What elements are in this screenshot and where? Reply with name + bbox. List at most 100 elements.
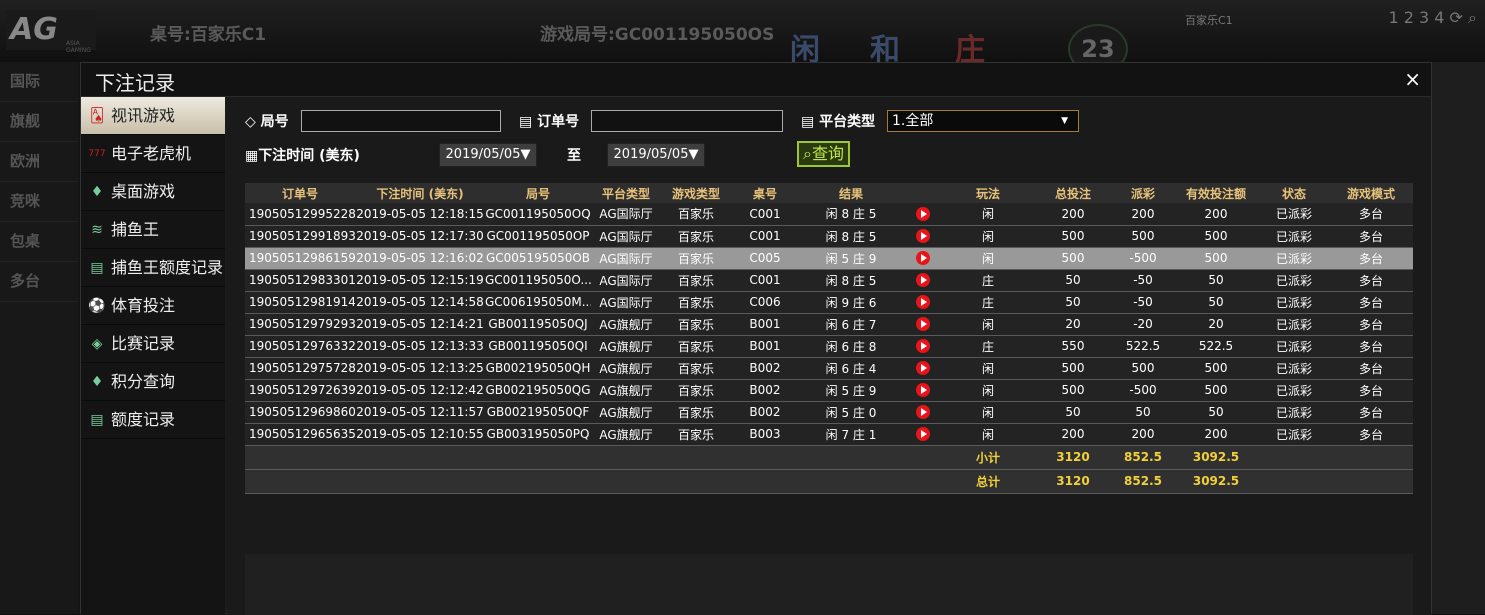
game-round-label: 游戏局号:GC001195050OS — [540, 25, 775, 45]
play-video-icon[interactable] — [916, 229, 930, 244]
order-input[interactable] — [591, 110, 783, 132]
cell-game: 百家乐 — [661, 357, 731, 380]
total-cell — [591, 469, 661, 494]
cell-payout: -500 — [1113, 379, 1173, 402]
cell-table: B002 — [731, 357, 799, 380]
total-cell — [903, 469, 943, 494]
cell-bet: 500 — [1033, 379, 1113, 402]
cell-payout: 200 — [1113, 423, 1173, 446]
play-video-icon[interactable] — [916, 207, 930, 221]
date-to-picker[interactable]: 2019/05/05▼ — [607, 143, 705, 167]
cell-mode: 多台 — [1329, 379, 1413, 402]
cell-platform: AG国际厅 — [591, 203, 661, 226]
sidebar-item-1[interactable]: 777 电子老虎机 — [81, 135, 225, 173]
table-row[interactable]: 190505129819140 2019-05-05 12:14:58 GC0061… — [245, 291, 1413, 314]
play-video-icon[interactable] — [916, 339, 930, 354]
date-from-picker[interactable]: 2019/05/05▼ — [439, 143, 537, 167]
cell-valid: 500 — [1173, 247, 1259, 270]
cell-round: GB001195050QI — [485, 335, 591, 358]
cell-game: 百家乐 — [661, 247, 731, 270]
cell-platform: AG旗舰厅 — [591, 313, 661, 336]
cell-bet: 20 — [1033, 313, 1113, 336]
table-row[interactable]: 190505129656352 2019-05-05 12:10:55 GB0031… — [245, 423, 1413, 446]
cell-status: 已派彩 — [1259, 247, 1329, 270]
order-label-text: 订单号 — [537, 114, 580, 130]
cell-platform: AG国际厅 — [591, 291, 661, 314]
diamond-icon: ◈ — [91, 336, 103, 352]
cell-valid: 50 — [1173, 401, 1259, 424]
cell-order: 190505129952285 — [245, 203, 355, 226]
sidebar-item-label: 桌面游戏 — [111, 182, 176, 201]
cell-status: 已派彩 — [1259, 401, 1329, 424]
column-header — [903, 183, 943, 203]
time-filter-label: ▦下注时间 (美东) — [245, 145, 360, 165]
cell-mode: 多台 — [1329, 313, 1413, 336]
search-icon: ⌕ — [803, 144, 812, 163]
top-right-icons[interactable]: 1 2 3 4 ⟳ ⌕ — [1388, 8, 1477, 28]
subtotal-cell: 3092.5 — [1173, 445, 1259, 470]
cell-table: C005 — [731, 247, 799, 270]
cell-round: GB002195050QH — [485, 357, 591, 380]
cell-time: 2019-05-05 12:15:19 — [355, 269, 485, 292]
play-video-icon[interactable] — [916, 317, 930, 332]
cell-status: 已派彩 — [1259, 203, 1329, 226]
table-row[interactable]: 190505129698602 2019-05-05 12:11:57 GB0021… — [245, 401, 1413, 424]
cell-time: 2019-05-05 12:11:57 — [355, 401, 485, 424]
table-row[interactable]: 190505129952285 2019-05-05 12:18:15 GC0011… — [245, 203, 1413, 226]
total-cell: 3092.5 — [1173, 469, 1259, 494]
table-row[interactable]: 190505129757281 2019-05-05 12:13:25 GB0021… — [245, 357, 1413, 380]
table-row[interactable]: 190505129833015 2019-05-05 12:15:19 GC0011… — [245, 269, 1413, 292]
sidebar-item-6[interactable]: ◈ 比赛记录 — [81, 325, 225, 363]
column-header: 总投注 — [1033, 183, 1113, 203]
cell-bet: 500 — [1033, 357, 1113, 380]
column-header: 结果 — [799, 183, 903, 203]
cell-order: 190505129757281 — [245, 357, 355, 380]
bet-record-table: 订单号 下注时间 (美东) 局号 平台类型 游戏类型 桌号 结果 玩法 总投注 派彩 有效投注额 状态… — [245, 183, 1413, 494]
calendar-icon: ▦ — [245, 148, 259, 164]
cell-round: GC001195050O... — [485, 269, 591, 292]
slot-machine-icon: 777 — [88, 149, 106, 159]
sidebar-item-label: 积分查询 — [111, 372, 176, 391]
cell-status: 已派彩 — [1259, 423, 1329, 446]
sidebar-item-8[interactable]: ▤ 额度记录 — [81, 401, 225, 439]
sidebar-item-0[interactable]: 🂡 视讯游戏 — [81, 97, 225, 135]
cell-result: 闲 9 庄 6 — [799, 291, 903, 314]
replay-cell — [903, 379, 943, 402]
subtotal-cell — [661, 445, 731, 470]
sidebar-item-5[interactable]: ⚽ 体育投注 — [81, 287, 225, 325]
cell-status: 已派彩 — [1259, 379, 1329, 402]
cell-mode: 多台 — [1329, 225, 1413, 248]
round-input[interactable] — [301, 110, 501, 132]
close-icon[interactable]: × — [1404, 67, 1421, 91]
play-video-icon[interactable] — [916, 295, 930, 310]
sidebar-item-4[interactable]: ▤ 捕鱼王额度记录 — [81, 249, 225, 287]
table-row[interactable]: 190505129763328 2019-05-05 12:13:33 GB0011… — [245, 335, 1413, 358]
play-video-icon[interactable] — [916, 361, 930, 376]
sidebar-item-label: 电子老虎机 — [111, 144, 192, 163]
play-video-icon[interactable] — [916, 273, 930, 288]
replay-cell — [903, 269, 943, 292]
play-video-icon[interactable] — [916, 383, 930, 398]
subtotal-cell — [731, 445, 799, 470]
subtotal-cell — [1259, 445, 1329, 470]
sidebar-item-7[interactable]: ♦ 积分查询 — [81, 363, 225, 401]
bg-nav-item: 国际 — [0, 62, 78, 102]
cell-time: 2019-05-05 12:10:55 — [355, 423, 485, 446]
sidebar-item-2[interactable]: ♦ 桌面游戏 — [81, 173, 225, 211]
platform-select[interactable]: 1.全部 ▼ — [887, 110, 1079, 132]
cell-bet: 50 — [1033, 291, 1113, 314]
sidebar-item-3[interactable]: ≋ 捕鱼王 — [81, 211, 225, 249]
view-mode-icons[interactable]: 1 2 3 4 — [1388, 8, 1444, 27]
document-icon: ▤ — [90, 260, 104, 276]
play-video-icon[interactable] — [916, 405, 930, 420]
table-row[interactable]: 190505129918933 2019-05-05 12:17:30 GC0011… — [245, 225, 1413, 248]
cell-mode: 多台 — [1329, 423, 1413, 446]
table-row[interactable]: 190505129792937 2019-05-05 12:14:21 GB0011… — [245, 313, 1413, 336]
cell-table: B003 — [731, 423, 799, 446]
play-video-icon[interactable] — [916, 251, 930, 266]
table-row[interactable]: 190505129726399 2019-05-05 12:12:42 GB0021… — [245, 379, 1413, 402]
cell-play: 庄 — [943, 335, 1033, 358]
table-row[interactable]: 190505129861591 2019-05-05 12:16:02 GC0051… — [245, 247, 1413, 270]
play-video-icon[interactable] — [916, 427, 930, 442]
query-button[interactable]: ⌕查询 — [797, 141, 850, 167]
